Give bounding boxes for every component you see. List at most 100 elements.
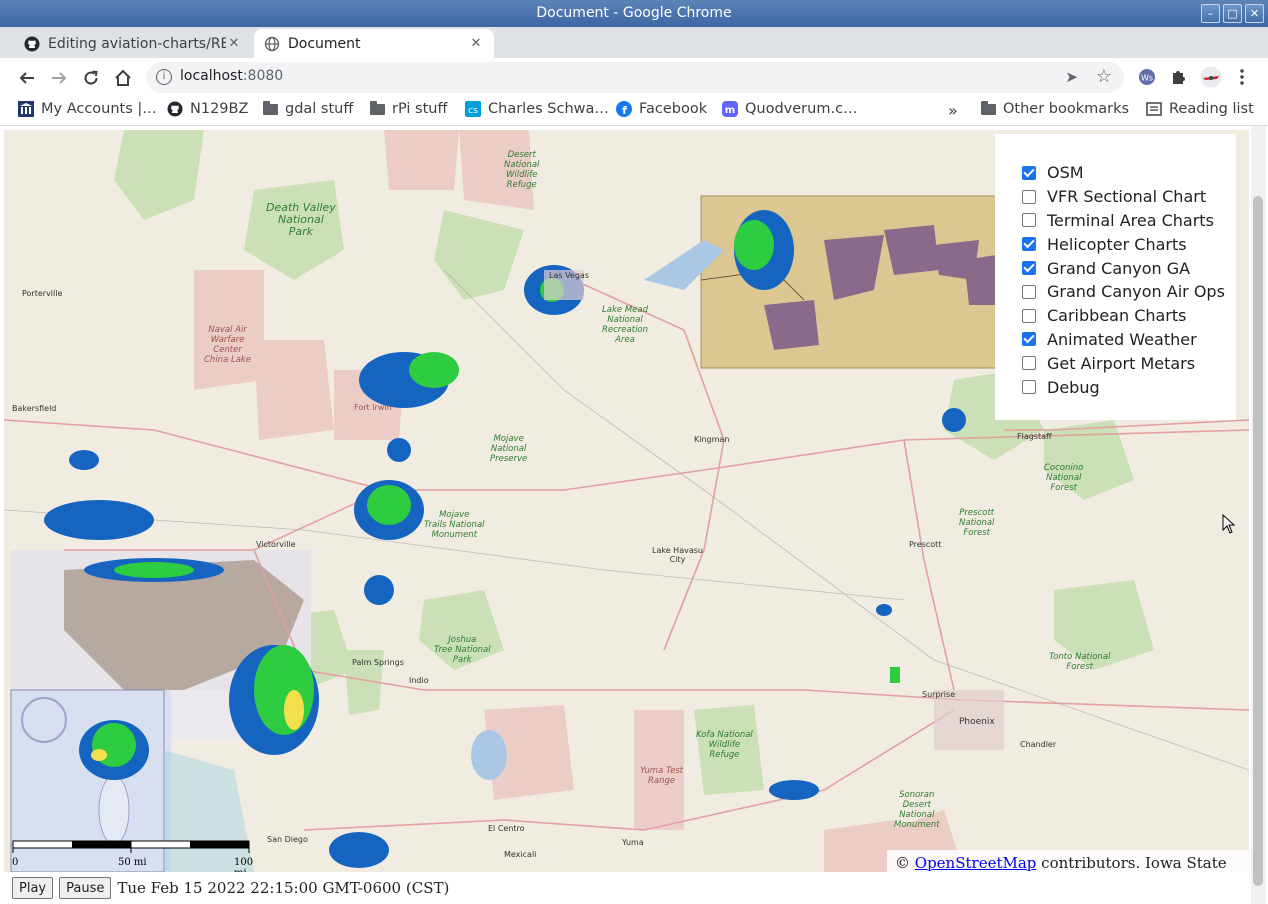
mouse-cursor-icon [1222, 513, 1236, 538]
other-bookmarks[interactable]: Other bookmarks [980, 100, 1130, 117]
window-controls: – □ ✕ [1201, 4, 1264, 23]
map-label-chandler: Chandler [1020, 740, 1057, 749]
bookmark-facebook[interactable]: f Facebook [616, 101, 707, 117]
scale-label-max: 100 mi [234, 857, 254, 872]
send-tab-icon[interactable]: ➤ [1065, 68, 1078, 86]
map-label-las-vegas: Las Vegas [549, 271, 589, 280]
close-window-button[interactable]: ✕ [1245, 4, 1264, 23]
map-label-yuma: Yuma [622, 838, 644, 847]
scrollbar-thumb[interactable] [1253, 196, 1263, 886]
layer-label: Grand Canyon Air Ops [1047, 282, 1225, 302]
url-port: :8080 [242, 68, 284, 84]
reading-list[interactable]: Reading list [1146, 101, 1254, 117]
layer-checkbox[interactable] [1022, 308, 1036, 323]
scale-label-mid: 50 mi [118, 857, 147, 868]
play-button[interactable]: Play [12, 877, 54, 899]
globe-icon [264, 36, 280, 52]
map-label-prescott: Prescott National Forest [959, 508, 995, 538]
bookmark-rpi-stuff[interactable]: rPi stuff [369, 100, 447, 117]
layer-option-grand-canyon-air-ops[interactable]: Grand Canyon Air Ops [1022, 280, 1236, 304]
close-tab-icon[interactable]: ✕ [468, 36, 484, 51]
layer-label: Helicopter Charts [1047, 234, 1187, 254]
reload-button[interactable] [79, 66, 103, 90]
bookmark-label: My Accounts |… [41, 101, 157, 117]
weather-timestamp: Tue Feb 15 2022 22:15:00 GMT-0600 (CST) [117, 879, 450, 897]
map-label-lake-havasu: Lake Havasu City [652, 546, 703, 564]
layer-checkbox[interactable] [1022, 380, 1036, 395]
map-label-joshua-tree: Joshua Tree National Park [434, 635, 491, 665]
layer-option-terminal-area-charts[interactable]: Terminal Area Charts [1022, 209, 1236, 233]
openstreetmap-link[interactable]: OpenStreetMap [915, 854, 1037, 872]
schwab-icon: cs [465, 101, 481, 117]
extensions-puzzle-icon[interactable] [1168, 67, 1188, 87]
back-button[interactable] [15, 66, 39, 90]
layer-option-vfr-sectional-chart[interactable]: VFR Sectional Chart [1022, 185, 1236, 209]
tab-editing-aviation-charts[interactable]: Editing aviation-charts/RE ✕ [14, 29, 252, 58]
profile-avatar[interactable] [1199, 66, 1223, 88]
page-scrollbar[interactable] [1251, 126, 1266, 904]
scale-label-zero: 0 [12, 857, 19, 868]
layer-checkbox[interactable] [1022, 261, 1036, 276]
layer-option-osm[interactable]: OSM [1022, 161, 1236, 185]
layer-checkbox[interactable] [1022, 356, 1036, 371]
close-tab-icon[interactable]: ✕ [226, 36, 242, 51]
layer-checkbox[interactable] [1022, 332, 1036, 347]
github-icon [167, 101, 183, 117]
bookmark-star-icon[interactable]: ☆ [1096, 66, 1112, 87]
bookmark-charles-schwab[interactable]: cs Charles Schwa… [465, 101, 609, 117]
pause-button[interactable]: Pause [59, 877, 112, 899]
layer-label: Get Airport Metars [1047, 353, 1196, 373]
bookmark-my-accounts[interactable]: My Accounts |… [18, 101, 157, 117]
map-label-kingman: Kingman [694, 435, 730, 444]
facebook-icon: f [616, 101, 632, 117]
info-icon[interactable]: i [156, 69, 172, 85]
layer-checkbox[interactable] [1022, 165, 1036, 180]
layer-option-helicopter-charts[interactable]: Helicopter Charts [1022, 232, 1236, 256]
folder-icon [262, 100, 278, 117]
page-viewport: Death Valley National Park Naval Air War… [0, 126, 1268, 904]
address-bar[interactable]: i localhost:8080 ➤ ☆ [146, 62, 1124, 93]
map-label-prescott-town: Prescott [909, 540, 942, 549]
tab-title: Document [288, 35, 361, 52]
home-button[interactable] [111, 66, 135, 90]
layer-option-debug[interactable]: Debug [1022, 375, 1236, 399]
layer-option-animated-weather[interactable]: Animated Weather [1022, 328, 1236, 352]
bookmark-quodverum[interactable]: m Quodverum.c… [722, 101, 858, 117]
layer-option-grand-canyon-ga[interactable]: Grand Canyon GA [1022, 256, 1236, 280]
map-label-death-valley: Death Valley National Park [266, 201, 336, 238]
folder-icon [980, 100, 996, 117]
github-icon [24, 36, 40, 52]
layer-checkbox[interactable] [1022, 213, 1036, 228]
map-label-indio: Indio [409, 676, 429, 685]
bookmark-gdal-stuff[interactable]: gdal stuff [262, 100, 354, 117]
layer-option-get-airport-metars[interactable]: Get Airport Metars [1022, 351, 1236, 375]
map-label-coconino: Coconino National Forest [1044, 463, 1084, 493]
bookmark-label: gdal stuff [285, 101, 354, 117]
bookmarks-overflow-button[interactable]: » [948, 101, 958, 120]
minimize-button[interactable]: – [1201, 4, 1220, 23]
svg-text:m: m [725, 105, 735, 116]
map-label-yuma-range: Yuma Test Range [640, 766, 684, 786]
svg-text:Ws: Ws [1141, 74, 1153, 83]
extension-ws-icon[interactable]: Ws [1137, 67, 1157, 87]
layer-checkbox[interactable] [1022, 237, 1036, 252]
layer-option-caribbean-charts[interactable]: Caribbean Charts [1022, 304, 1236, 328]
map-label-porterville: Porterville [22, 289, 63, 298]
maximize-button[interactable]: □ [1223, 4, 1242, 23]
map-label-kofa: Kofa National Wildlife Refuge [696, 730, 753, 760]
layer-switcher-panel: OSM VFR Sectional Chart Terminal Area Char… [995, 134, 1236, 420]
tab-document[interactable]: Document ✕ [254, 29, 494, 58]
layer-label: Animated Weather [1047, 329, 1197, 349]
layer-label: VFR Sectional Chart [1047, 187, 1207, 207]
forward-button[interactable] [47, 66, 71, 90]
chrome-menu-icon[interactable] [1232, 67, 1252, 87]
layer-checkbox[interactable] [1022, 189, 1036, 204]
layer-checkbox[interactable] [1022, 284, 1036, 299]
bank-icon [18, 101, 34, 117]
other-bookmarks-label: Other bookmarks [1003, 101, 1130, 117]
bookmark-n129bz[interactable]: N129BZ [167, 101, 248, 117]
layer-label: Grand Canyon GA [1047, 258, 1191, 278]
copyright-symbol: © [895, 854, 910, 872]
map-label-bakersfield: Bakersfield [12, 404, 57, 413]
svg-text:f: f [622, 104, 627, 117]
